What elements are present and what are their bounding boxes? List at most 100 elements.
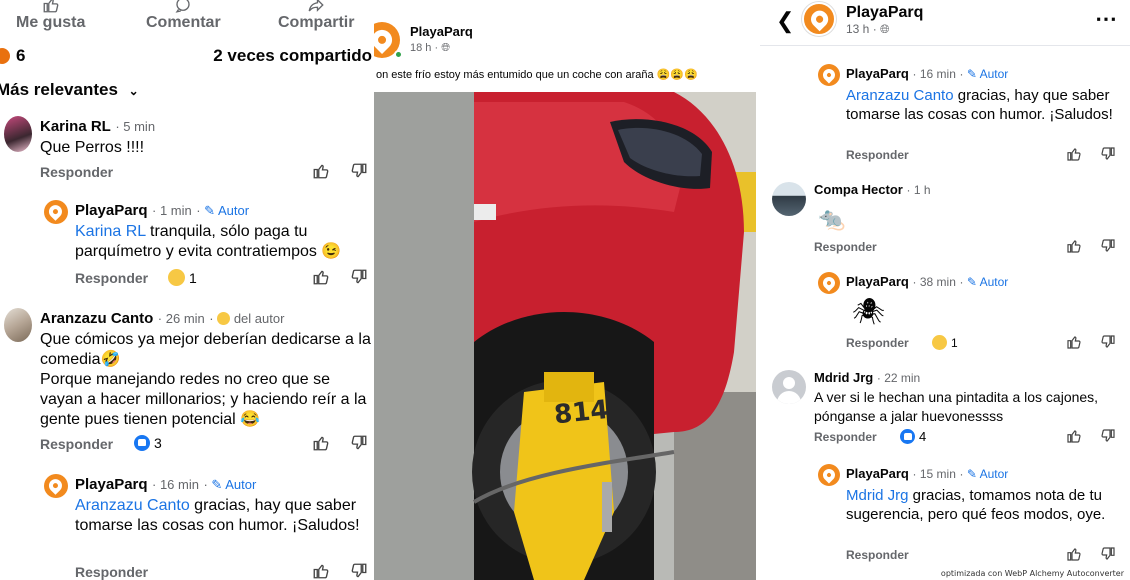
avatar[interactable] [772,182,806,216]
comment-time[interactable]: 15 min [920,467,956,481]
commenter-name[interactable]: PlayaParq [75,476,148,493]
thumbs-up-icon[interactable] [1066,146,1082,162]
author-badge: ✎ Autor [966,467,1009,481]
thumbs-up-icon[interactable] [1066,334,1082,350]
post-panel: PlayaParq 18 h · 🌐︎ on este frío estoy m… [374,0,756,580]
reply-button[interactable]: Responder [846,336,909,350]
online-dot [394,50,403,59]
mention-link[interactable]: Aranzazu Canto [846,87,954,104]
reply-button[interactable]: Responder [846,148,909,162]
author-badge: ✎ Autor [204,203,250,218]
back-arrow-icon[interactable]: ❮ [776,8,794,34]
chevron-down-icon: ⌄ [128,84,139,98]
more-options-icon[interactable]: ⋯ [1095,6,1118,32]
reply-playaparq-aranzazu: PlayaParq · 16 min · ✎ Autor Aranzazu Ca… [760,62,1130,168]
reaction-badge[interactable]: 1 [932,335,958,350]
comment-text: Karina RL tranquila, sólo paga tu parquí… [75,223,342,260]
comment-mdrid-jrg: Mdrid Jrg · 22 min A ver si le hechan un… [760,366,1130,450]
playaparq-logo[interactable] [818,272,840,294]
comment-time[interactable]: 5 min [123,119,155,134]
thumbs-down-icon[interactable] [350,268,368,286]
commenter-name[interactable]: Karina RL [40,118,111,135]
clamp-number: 814 [553,395,610,431]
page-name[interactable]: PlayaParq [410,24,473,39]
comment-time[interactable]: 26 min [166,311,205,326]
like-button[interactable]: Me gusta [16,0,85,32]
rat-emoji: 🐀 [818,206,846,231]
share-count[interactable]: 2 veces compartido [213,46,372,66]
comment-time[interactable]: 38 min [920,275,956,289]
reply-playaparq-2: PlayaParq · 16 min · ✎ Autor Aranzazu Ca… [0,472,372,580]
mention-link[interactable]: Aranzazu Canto [75,497,190,514]
comment-time[interactable]: 22 min [884,371,920,385]
playaparq-logo[interactable] [44,200,68,224]
comment-sort-dropdown[interactable]: Más relevantes ⌄ [0,80,139,100]
mention-link[interactable]: Mdrid Jrg [846,487,909,504]
commenter-name[interactable]: PlayaParq [75,202,148,219]
thumbs-up-icon[interactable] [312,562,330,580]
comment-time[interactable]: 1 min [160,203,192,218]
commenter-name[interactable]: Compa Hector [814,182,903,197]
reply-button[interactable]: Responder [75,270,148,286]
reply-button[interactable]: Responder [40,164,113,180]
commenter-name[interactable]: PlayaParq [846,66,909,81]
commenter-name[interactable]: PlayaParq [846,274,909,289]
thumbs-up-icon[interactable] [1066,238,1082,254]
share-button[interactable]: Compartir [278,0,354,32]
comment-label: Comentar [146,14,221,31]
comment-time[interactable]: 16 min [920,67,956,81]
author-reaction-badge: del autor [217,311,284,326]
reaction-badge[interactable]: 3 [134,435,162,451]
commenter-name[interactable]: Aranzazu Canto [40,310,153,327]
thumbs-up-icon[interactable] [312,268,330,286]
thumbs-up-icon[interactable] [312,162,330,180]
comment-time[interactable]: 1 h [914,183,931,197]
commenter-name[interactable]: Mdrid Jrg [814,370,873,385]
thumbs-down-icon[interactable] [350,434,368,452]
page-name[interactable]: PlayaParq [846,4,923,22]
thumbs-down-icon[interactable] [350,162,368,180]
playaparq-logo[interactable] [802,2,836,36]
globe-icon: 🌐︎ [880,22,890,36]
share-label: Compartir [278,14,355,31]
thumbs-down-icon[interactable] [1100,334,1116,350]
reply-button[interactable]: Responder [814,430,877,444]
reply-button[interactable]: Responder [40,436,113,452]
thumbs-down-icon[interactable] [1100,238,1116,254]
thumbs-down-icon[interactable] [350,562,368,580]
reply-button[interactable]: Responder [75,564,148,580]
reaction-badge[interactable]: 4 [900,429,926,444]
thumbs-up-icon[interactable] [1066,546,1082,562]
author-badge: ✎ Autor [966,275,1009,289]
thumbs-down-icon[interactable] [1100,146,1116,162]
playaparq-logo[interactable] [44,474,68,498]
post-time[interactable]: 18 h [410,42,431,54]
playaparq-logo[interactable] [818,464,840,486]
avatar[interactable] [4,116,32,152]
thumbs-up-icon[interactable] [312,434,330,452]
comment-text: A ver si le hechan una pintadita a los c… [814,389,1099,424]
thumbs-down-icon[interactable] [1100,428,1116,444]
post-photo[interactable]: 814 [374,92,756,580]
laughing-emoji-icon [217,312,231,325]
comment-button[interactable]: Comentar [146,0,221,32]
reply-playaparq-spider: PlayaParq · 38 min · ✎ Autor 🕷 Responder… [760,270,1130,354]
mention-link[interactable]: Karina RL [75,223,146,240]
reply-button[interactable]: Responder [846,548,909,562]
reaction-summary[interactable]: 6 [0,46,25,66]
pencil-icon: ✎ [966,467,977,481]
thumbs-up-icon[interactable] [1066,428,1082,444]
thumbs-down-icon[interactable] [1100,546,1116,562]
like-reaction-icon [900,429,915,444]
playaparq-logo[interactable] [818,64,840,86]
author-badge: ✎ Autor [966,67,1009,81]
reply-button[interactable]: Responder [814,240,877,254]
post-time[interactable]: 13 h [846,22,869,36]
avatar[interactable] [772,370,806,404]
reaction-badge[interactable]: 1 [168,269,197,286]
comment-time[interactable]: 16 min [160,477,199,492]
share-icon [308,0,324,12]
avatar[interactable] [4,308,32,342]
reply-playaparq-mdrid: PlayaParq · 15 min · ✎ Autor Mdrid Jrg g… [760,462,1130,568]
commenter-name[interactable]: PlayaParq [846,466,909,481]
